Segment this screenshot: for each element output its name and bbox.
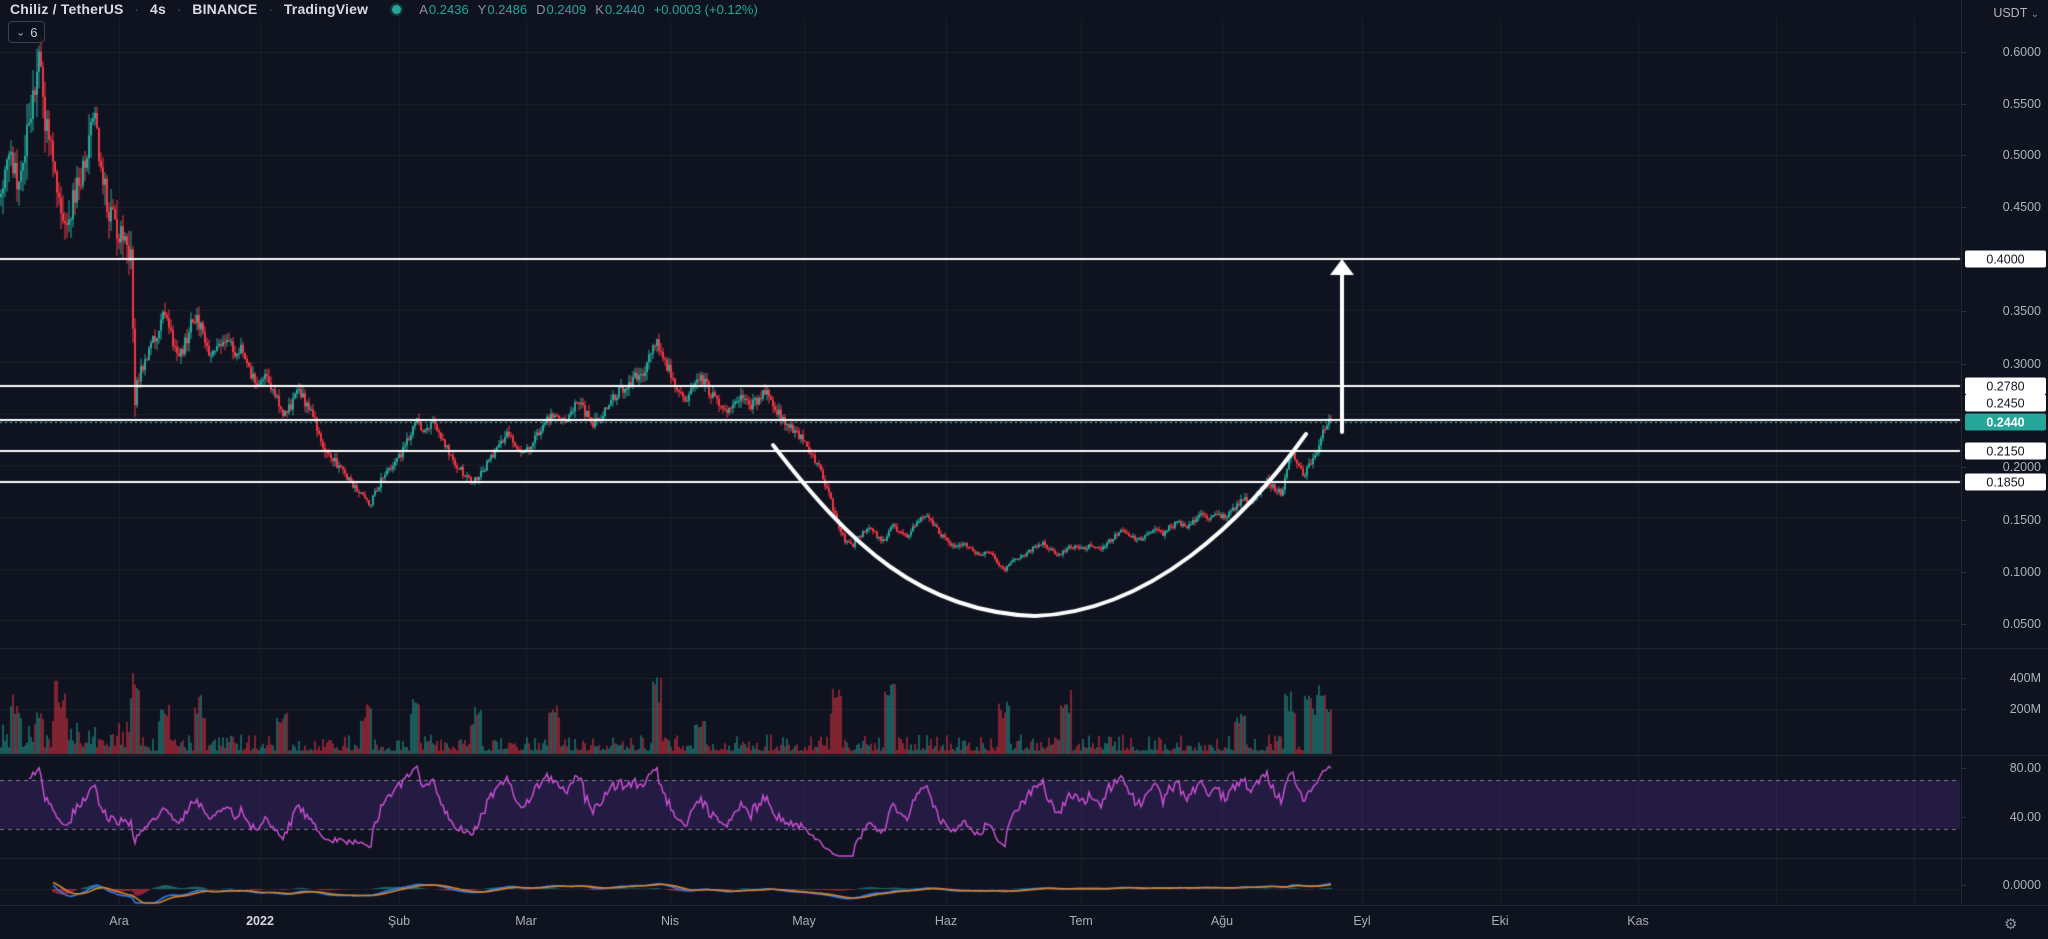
drawn-line-price-label: 0.1850 [1965, 473, 2046, 491]
chart-canvas[interactable] [0, 0, 2048, 939]
drawn-line-price-label: 0.2450 [1965, 394, 2046, 412]
ohlc-values: A0.2436 Y0.2486 D0.2409 K0.2440 +0.0003 … [419, 2, 758, 17]
month-label: Ağu [1210, 914, 1234, 928]
rsi-tick-label: 40.00 [2009, 810, 2041, 824]
separator-dot: · [134, 1, 139, 17]
axis-tick-mark [1962, 520, 1966, 521]
month-label: Eki [1491, 914, 1509, 928]
month-label: Haz [934, 914, 958, 928]
platform-label: TradingView [283, 1, 369, 17]
month-label: Eyl [1353, 914, 1371, 928]
macd-tick-label: 0.0000 [2002, 878, 2041, 892]
change-value: +0.0003 (+0.12%) [653, 1, 758, 17]
month-label: May [792, 914, 816, 928]
axis-tick-mark [1962, 155, 1966, 156]
drawn-line-price-label: 0.4000 [1965, 250, 2046, 268]
currency-dropdown[interactable]: USDT ⌄ [1993, 6, 2039, 20]
chart-legend-header[interactable]: Chiliz / TetherUS · 4s · BINANCE · Tradi… [10, 0, 758, 18]
current-price-label: 0.2440 [1965, 413, 2046, 431]
axis-tick-mark [1962, 817, 1966, 818]
price-tick-label: 0.5500 [2002, 97, 2041, 111]
drawn-line-price-label: 0.2150 [1965, 442, 2046, 460]
volume-tick-label: 200M [2009, 702, 2041, 716]
year-label: 2022 [246, 914, 274, 928]
axis-tick-mark [1962, 52, 1966, 53]
symbol-title[interactable]: Chiliz / TetherUS [10, 1, 124, 17]
axis-tick-mark [1962, 768, 1966, 769]
close-value: 0.2440 [604, 1, 645, 17]
separator-dot: · [176, 1, 182, 17]
high-label: Y [477, 1, 487, 17]
open-value: 0.2436 [428, 1, 469, 17]
price-tick-label: 0.6000 [2002, 45, 2041, 59]
axis-tick-mark [1962, 207, 1966, 208]
market-status-icon[interactable] [392, 4, 402, 14]
volume-tick-label: 400M [2009, 671, 2041, 685]
axis-tick-mark [1962, 572, 1966, 573]
axis-tick-mark [1962, 364, 1966, 365]
price-tick-label: 0.2000 [2002, 460, 2041, 474]
tradingview-chart-window: Chiliz / TetherUS · 4s · BINANCE · Tradi… [0, 0, 2048, 939]
exchange-label: BINANCE [192, 1, 258, 17]
axis-tick-mark [1962, 624, 1966, 625]
axis-tick-mark [1962, 678, 1966, 679]
month-label: Kas [1627, 914, 1649, 928]
low-value: 0.2409 [546, 1, 587, 17]
month-label: Nis [660, 914, 680, 928]
price-axis[interactable]: USDT ⌄ 0.6000 0.5500 0.5000 0.4500 0.3500 0.3… [1961, 0, 2048, 905]
month-label: Tem [1069, 914, 1093, 928]
open-label: A [419, 1, 428, 17]
price-tick-label: 0.4500 [2002, 200, 2041, 214]
high-value: 0.2486 [487, 1, 528, 17]
time-axis[interactable]: Ara 2022 Şub Mar Nis May Haz Tem Ağu Eyl Eki Kas [0, 905, 2048, 939]
month-label: Mar [515, 914, 537, 928]
chevron-down-icon: ⌄ [16, 27, 26, 38]
drawn-line-price-label: 0.2780 [1965, 377, 2046, 395]
rsi-tick-label: 80.00 [2009, 761, 2041, 775]
axis-tick-mark [1962, 311, 1966, 312]
interval-label[interactable]: 4s [150, 1, 166, 17]
separator-dot: · [268, 1, 273, 17]
price-tick-label: 0.0500 [2002, 617, 2041, 631]
legend-collapse-button[interactable]: ⌄ 6 [8, 21, 46, 43]
currency-label: USDT [1993, 6, 2028, 20]
gear-icon[interactable]: ⚙ [2004, 915, 2017, 933]
price-tick-label: 0.5000 [2002, 148, 2041, 162]
low-label: D [536, 1, 546, 17]
axis-tick-mark [1962, 104, 1966, 105]
close-label: K [595, 1, 604, 17]
chevron-down-icon: ⌄ [2030, 9, 2039, 20]
month-label: Şub [387, 914, 411, 928]
hidden-indicator-count: 6 [30, 24, 38, 40]
axis-tick-mark [1962, 885, 1966, 886]
month-label: Ara [109, 914, 129, 928]
price-tick-label: 0.3000 [2002, 357, 2041, 371]
price-tick-label: 0.1500 [2002, 513, 2041, 527]
axis-tick-mark [1962, 467, 1966, 468]
axis-tick-mark [1962, 709, 1966, 710]
price-tick-label: 0.3500 [2002, 304, 2041, 318]
price-tick-label: 0.1000 [2002, 565, 2041, 579]
